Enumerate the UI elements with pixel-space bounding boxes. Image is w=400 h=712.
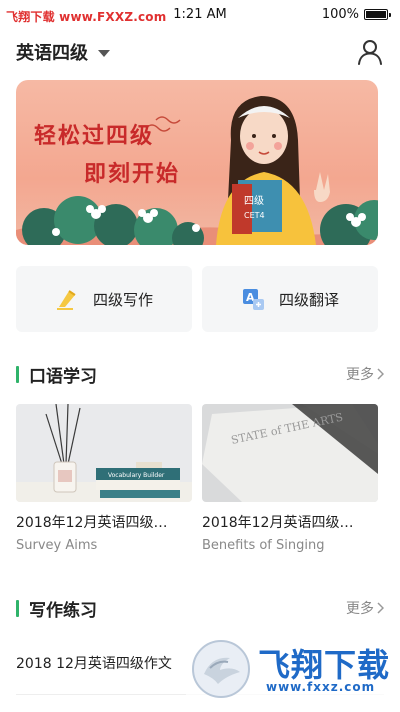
translate-button[interactable]: A 四级翻译	[202, 266, 378, 332]
battery-percent: 100%	[321, 7, 359, 22]
oral-more-link[interactable]: 更多	[346, 364, 384, 384]
watermark-bottom: 飞翔下载 www.fxxz.com	[186, 636, 400, 702]
translate-button-label: 四级翻译	[278, 290, 339, 309]
writing-section-title: 写作练习	[29, 600, 97, 621]
battery-indicator: 100%	[321, 7, 391, 22]
oral-section-title: 口语学习	[29, 366, 97, 387]
card-subtitle: Benefits of Singing	[202, 538, 325, 553]
quick-actions: 四级写作 A 四级翻译	[16, 266, 378, 332]
svg-text:Vocabulary Builder: Vocabulary Builder	[108, 472, 165, 479]
watermark-url: www.fxxz.com	[266, 680, 376, 694]
promo-banner[interactable]: 四级 CET4 轻松过四级 即刻开始	[16, 80, 378, 245]
oral-section-header: 口语学习 更多	[16, 361, 384, 387]
banner-title-line1: 轻松过四级	[34, 123, 155, 149]
writing-more-link[interactable]: 更多	[346, 598, 384, 618]
oral-card-list: Vocabulary Builder 2018年12月英语四级… Survey …	[16, 404, 378, 553]
status-bar: 飞翔下载 www.FXXZ.com 1:21 AM 100%	[0, 0, 400, 30]
section-accent-bar	[16, 599, 19, 617]
user-icon[interactable]	[356, 38, 384, 66]
level-selector[interactable]: 英语四级	[16, 39, 110, 65]
more-label: 更多	[346, 367, 374, 383]
more-label: 更多	[346, 601, 374, 617]
chevron-right-icon	[377, 602, 384, 614]
oral-card[interactable]: Vocabulary Builder 2018年12月英语四级… Survey …	[16, 404, 192, 553]
card-subtitle: Survey Aims	[16, 538, 98, 553]
translate-icon: A	[242, 289, 264, 310]
svg-text:CET4: CET4	[244, 211, 265, 220]
banner-illustration: 四级 CET4	[16, 96, 378, 245]
card-thumbnail: Vocabulary Builder	[16, 404, 192, 502]
writing-button-label: 四级写作	[92, 290, 153, 309]
writing-button[interactable]: 四级写作	[16, 266, 192, 332]
chevron-right-icon	[377, 368, 384, 380]
top-bar: 英语四级	[16, 36, 384, 68]
writing-section-header: 写作练习 更多	[16, 595, 384, 621]
banner-title-line2: 即刻开始	[84, 161, 181, 187]
level-label: 英语四级	[16, 43, 88, 64]
battery-icon	[364, 9, 391, 20]
card-thumbnail: STATE of THE ARTS	[202, 404, 378, 502]
watermark-logo-icon	[192, 640, 250, 698]
card-title: 2018年12月英语四级…	[202, 515, 354, 531]
card-title: 2018年12月英语四级…	[16, 515, 168, 531]
pen-icon	[56, 290, 76, 310]
oral-card[interactable]: STATE of THE ARTS 2018年12月英语四级… Benefits…	[202, 404, 378, 553]
section-accent-bar	[16, 365, 19, 383]
caret-down-icon	[98, 49, 110, 57]
svg-text:四级: 四级	[244, 195, 264, 207]
